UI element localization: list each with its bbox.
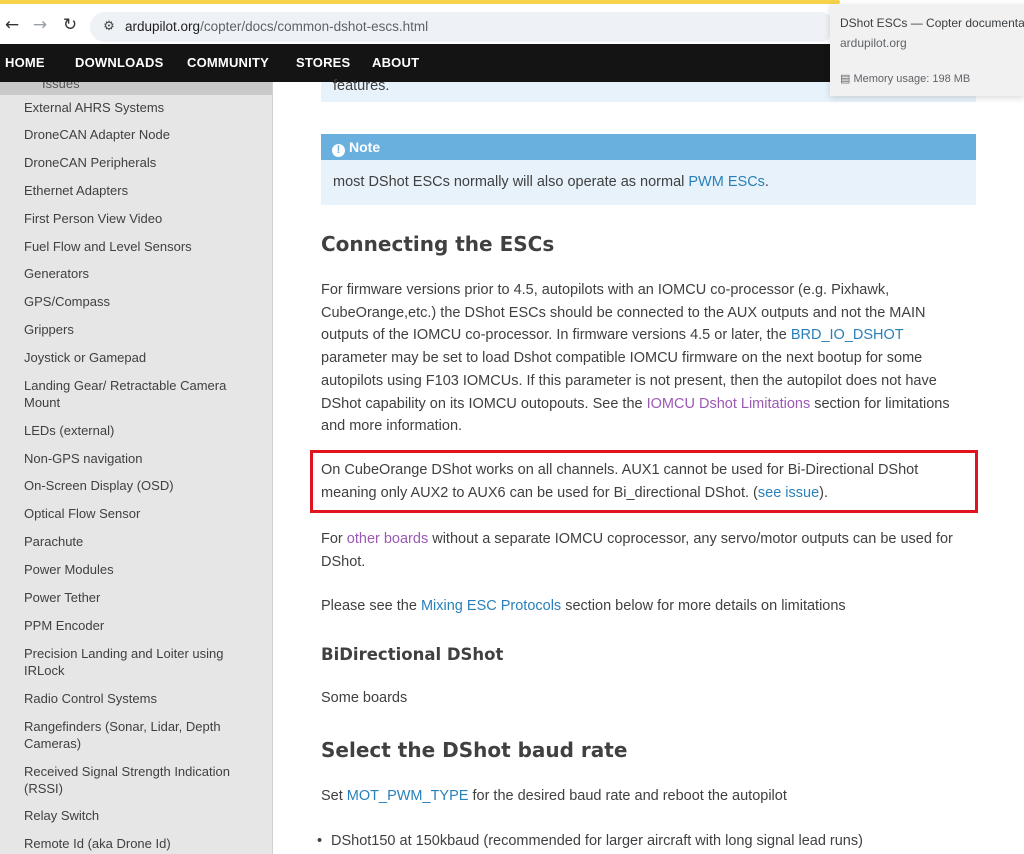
sidebar-item-leds[interactable]: LEDs (external) [24, 422, 256, 439]
link-pwm-escs[interactable]: PWM ESCs [688, 174, 765, 190]
paragraph-connecting: For firmware versions prior to 4.5, auto… [321, 279, 981, 438]
sidebar-item-osd[interactable]: On-Screen Display (OSD) [24, 477, 256, 494]
hover-card-memory: ▤ Memory usage: 198 MB [840, 72, 970, 85]
paragraph-mixing: Please see the Mixing ESC Protocols sect… [321, 595, 981, 618]
paragraph-mot-pwm-type: Set MOT_PWM_TYPE for the desired baud ra… [321, 785, 981, 808]
text-span: For [321, 531, 347, 547]
text-line: autopilots using F103 IOMCUs. If this pa… [321, 372, 937, 389]
text-span: Set [321, 788, 347, 804]
note-body: most DShot ESCs normally will also opera… [333, 174, 769, 190]
text-span: for the desired baud rate and reboot the… [468, 788, 787, 804]
url-path: /copter/docs/common-dshot-escs.html [200, 19, 429, 34]
list-item: DShot150 at 150kbaud (recommended for la… [317, 833, 863, 849]
note-title-bar: ! Note [321, 134, 976, 160]
link-see-issue[interactable]: see issue [758, 485, 819, 501]
sidebar-item-ethernet-adapters[interactable]: Ethernet Adapters [24, 182, 256, 199]
sidebar-item-remote-id[interactable]: Remote Id (aka Drone Id) [24, 835, 256, 852]
memory-icon: ▤ [840, 73, 851, 85]
main-content: features. ! Note most DShot ESCs normally… [273, 78, 1024, 854]
paragraph-other-boards: For other boards without a separate IOMC… [321, 528, 981, 573]
sidebar-item-non-gps[interactable]: Non-GPS navigation [24, 450, 256, 467]
sidebar-item-power-modules[interactable]: Power Modules [24, 561, 256, 578]
nav-downloads[interactable]: DOWNLOADS [75, 55, 163, 70]
url-text[interactable]: ardupilot.org/copter/docs/common-dshot-e… [125, 19, 428, 34]
sidebar-item-label: Issues [42, 82, 80, 91]
sidebar-item-generators[interactable]: Generators [24, 265, 256, 282]
tab-hover-card: DShot ESCs — Copter documentation ardupi… [830, 4, 1024, 96]
sidebar-item-grippers[interactable]: Grippers [24, 321, 256, 338]
text-span: DShot capability on its IOMCU outopouts.… [321, 395, 647, 412]
sidebar-item-joystick[interactable]: Joystick or Gamepad [24, 349, 256, 366]
text-line: On CubeOrange DShot works on all channel… [321, 462, 919, 478]
heading-connecting-escs: Connecting the ESCs [321, 232, 555, 256]
sidebar-item-parachute[interactable]: Parachute [24, 533, 256, 550]
nav-home[interactable]: HOME [5, 55, 45, 70]
text-span: outputs of the IOMCU co-processor. In fi… [321, 327, 791, 344]
url-host: ardupilot.org [125, 19, 201, 34]
link-iomcu-dshot-limitations[interactable]: IOMCU Dshot Limitations [647, 396, 811, 412]
text-line: outputs of the IOMCU co-processor. In fi… [321, 324, 981, 347]
note-text-end: . [764, 174, 769, 190]
nav-community[interactable]: COMMUNITY [187, 55, 269, 70]
heading-select-baud: Select the DShot baud rate [321, 738, 628, 762]
sidebar-item-dronecan-adapter[interactable]: DroneCAN Adapter Node [24, 126, 256, 143]
text-line: Please see the Mixing ESC Protocols sect… [321, 595, 981, 618]
text-line: Set MOT_PWM_TYPE for the desired baud ra… [321, 785, 981, 808]
sidebar-item-radio-control[interactable]: Radio Control Systems [24, 690, 256, 707]
note-admonition: ! Note most DShot ESCs normally will also… [321, 134, 976, 205]
text-span: section for limitations [810, 395, 950, 412]
hover-card-domain: ardupilot.org [840, 36, 907, 50]
sidebar-nav: Issues External AHRS Systems DroneCAN Ad… [0, 82, 273, 854]
hover-card-memory-text: Memory usage: 198 MB [853, 73, 971, 85]
text-line: CubeOrange,etc.) the DShot ESCs should b… [321, 304, 926, 321]
text-span: section below for more details on limita… [561, 598, 846, 614]
sidebar-item-optical-flow[interactable]: Optical Flow Sensor [24, 505, 256, 522]
text-line: and more information. [321, 418, 463, 435]
hover-card-title: DShot ESCs — Copter documentation [840, 16, 1024, 30]
sidebar-item-dronecan-peripherals[interactable]: DroneCAN Peripherals [24, 154, 256, 171]
sidebar-item-landing-gear[interactable]: Landing Gear/ Retractable Camera Mount [24, 377, 256, 411]
sidebar-item-rssi[interactable]: Received Signal Strength Indication (RSS… [24, 763, 256, 797]
heading-bidirectional-dshot: BiDirectional DShot [321, 645, 504, 664]
text-span: meaning only AUX2 to AUX6 can be used fo… [321, 484, 758, 501]
text-line: parameter may be set to load Dshot compa… [321, 350, 923, 367]
text-line: DShot. [321, 553, 366, 570]
sidebar-item-relay-switch[interactable]: Relay Switch [24, 807, 256, 824]
back-arrow-icon[interactable]: ← [0, 14, 24, 36]
sidebar-item-cut-off[interactable]: Issues [0, 82, 272, 95]
sidebar-item-fpv-video[interactable]: First Person View Video [24, 210, 256, 227]
paragraph-some-boards: Some boards [321, 687, 981, 710]
text-span: Please see the [321, 598, 421, 614]
sidebar-item-ppm-encoder[interactable]: PPM Encoder [24, 617, 256, 634]
text-span: without a separate IOMCU coprocessor, an… [428, 531, 953, 547]
text-line: meaning only AUX2 to AUX6 can be used fo… [321, 482, 981, 505]
link-mot-pwm-type[interactable]: MOT_PWM_TYPE [347, 788, 469, 804]
text-span: ). [819, 484, 828, 501]
text-line: For firmware versions prior to 4.5, auto… [321, 282, 890, 298]
exclamation-circle-icon: ! [332, 144, 345, 157]
forward-arrow-icon[interactable]: → [28, 14, 52, 36]
text-line: Some boards [321, 690, 408, 706]
link-other-boards[interactable]: other boards [347, 531, 428, 547]
sidebar-item-gps-compass[interactable]: GPS/Compass [24, 293, 256, 310]
note-title: Note [349, 139, 381, 155]
admonition-text: features. [333, 78, 390, 94]
sidebar-item-rangefinders[interactable]: Rangefinders (Sonar, Lidar, Depth Camera… [24, 718, 256, 752]
link-brd-io-dshot[interactable]: BRD_IO_DSHOT [791, 327, 904, 343]
text-line: DShot capability on its IOMCU outopouts.… [321, 393, 981, 416]
link-mixing-esc-protocols[interactable]: Mixing ESC Protocols [421, 598, 561, 614]
reload-icon[interactable]: ↻ [58, 14, 82, 36]
nav-about[interactable]: ABOUT [372, 55, 419, 70]
sidebar-item-power-tether[interactable]: Power Tether [24, 589, 256, 606]
site-settings-icon[interactable]: ⚙ [100, 18, 118, 36]
text-line: For other boards without a separate IOMC… [321, 528, 981, 551]
sidebar-item-external-ahrs[interactable]: External AHRS Systems [24, 99, 256, 116]
paragraph-cubeorange: On CubeOrange DShot works on all channel… [321, 459, 981, 504]
nav-stores[interactable]: STORES [296, 55, 350, 70]
sidebar-item-precision-landing[interactable]: Precision Landing and Loiter using IRLoc… [24, 645, 256, 679]
sidebar-item-fuel-flow[interactable]: Fuel Flow and Level Sensors [24, 238, 256, 255]
note-text: most DShot ESCs normally will also opera… [333, 174, 689, 190]
